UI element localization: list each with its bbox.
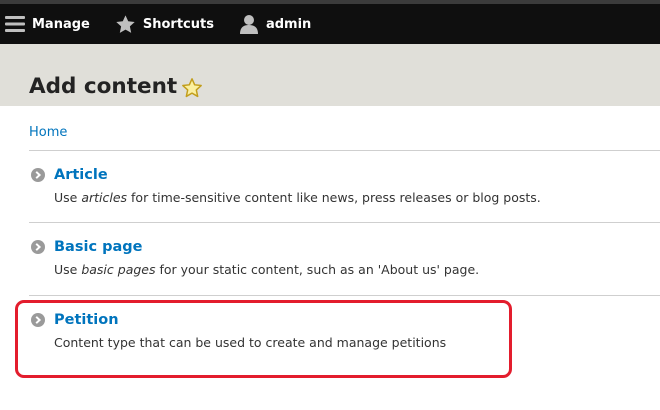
manage-label: Manage [32,16,90,32]
chevron-right-icon [31,168,45,182]
page-header: Add content [0,44,660,106]
user-label: admin [265,16,312,32]
content-type-article-link[interactable]: Article [54,166,108,184]
manage-menu-button[interactable]: Manage [0,4,90,44]
page-title: Add content [29,74,178,99]
content-type-basic-page-description: Use basic pages for your static content,… [54,262,480,277]
content-type-article-description: Use articles for time-sensitive content … [54,190,541,205]
star-icon [115,14,136,35]
breadcrumb-home-link[interactable]: Home [29,124,67,142]
user-icon [239,14,258,34]
star-outline-icon[interactable] [181,77,203,99]
chevron-right-icon [31,240,45,254]
shortcuts-menu-button[interactable]: Shortcuts [115,4,214,44]
divider [29,222,660,223]
content-type-basic-page-link[interactable]: Basic page [54,238,142,256]
divider [29,150,660,151]
divider [29,295,660,296]
hamburger-icon [5,14,25,34]
shortcuts-label: Shortcuts [142,16,214,32]
user-menu-button[interactable]: admin [239,4,312,44]
admin-toolbar: Manage Shortcuts admin [0,0,660,44]
highlight-annotation [15,300,512,378]
